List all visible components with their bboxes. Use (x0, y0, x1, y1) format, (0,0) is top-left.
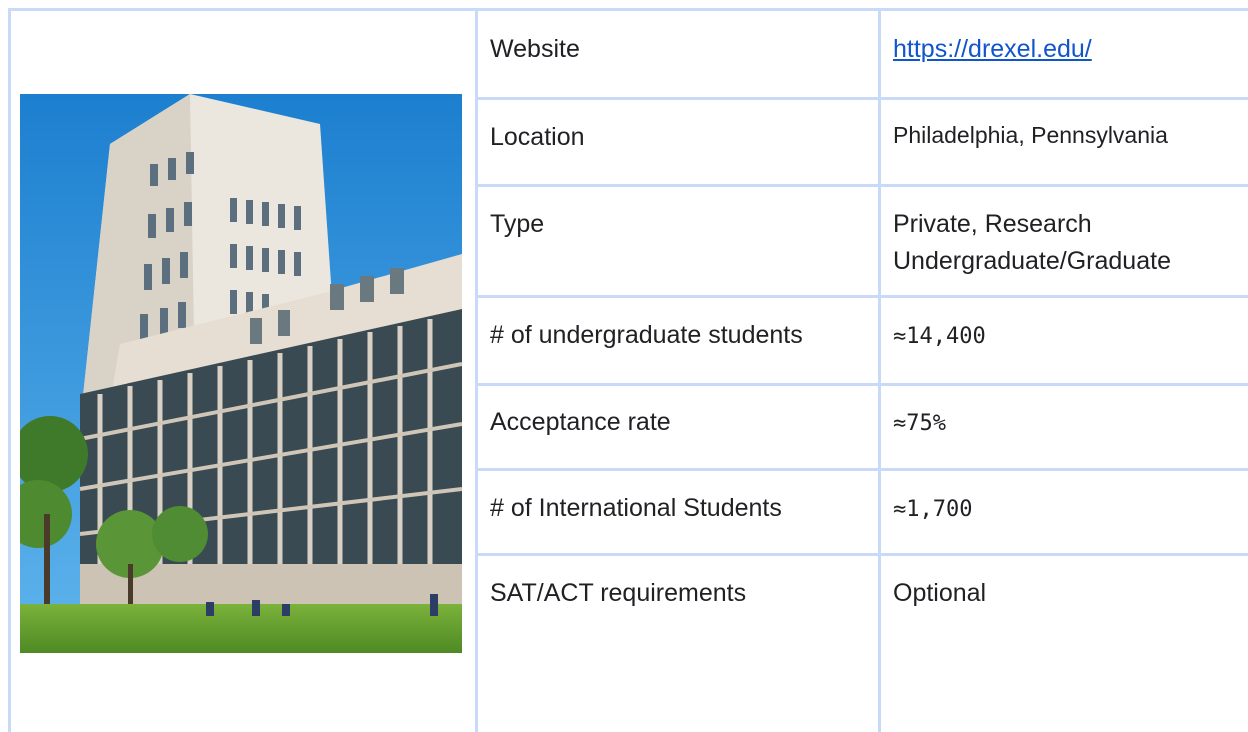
row-divider (476, 295, 1248, 298)
column-divider (878, 8, 881, 732)
row-label-location: Location (490, 123, 585, 151)
acceptance-rate-value: ≈75% (893, 411, 946, 436)
row-divider (476, 553, 1248, 556)
campus-building-photo (20, 94, 462, 653)
table-border-left (8, 8, 11, 732)
type-value-line2: Undergraduate/Graduate (893, 247, 1171, 275)
row-label-international-students: # of International Students (490, 494, 782, 522)
row-divider (476, 383, 1248, 386)
type-value-line1: Private, Research (893, 210, 1092, 238)
row-divider (476, 184, 1248, 187)
sat-act-value: Optional (893, 579, 987, 607)
row-label-sat-act: SAT/ACT requirements (490, 579, 747, 607)
row-label-type: Type (490, 210, 545, 238)
international-students-value: ≈1,700 (893, 497, 973, 522)
row-divider (476, 468, 1248, 471)
row-divider (476, 97, 1248, 100)
column-divider (475, 8, 478, 732)
location-value: Philadelphia, Pennsylvania (893, 122, 1168, 148)
row-label-acceptance-rate: Acceptance rate (490, 408, 671, 436)
website-link[interactable]: https://drexel.edu/ (893, 32, 1092, 66)
table-border-top (8, 8, 1248, 11)
row-label-undergrad-students: # of undergraduate students (490, 321, 803, 349)
undergrad-students-value: ≈14,400 (893, 324, 986, 349)
row-label-website: Website (490, 35, 580, 63)
